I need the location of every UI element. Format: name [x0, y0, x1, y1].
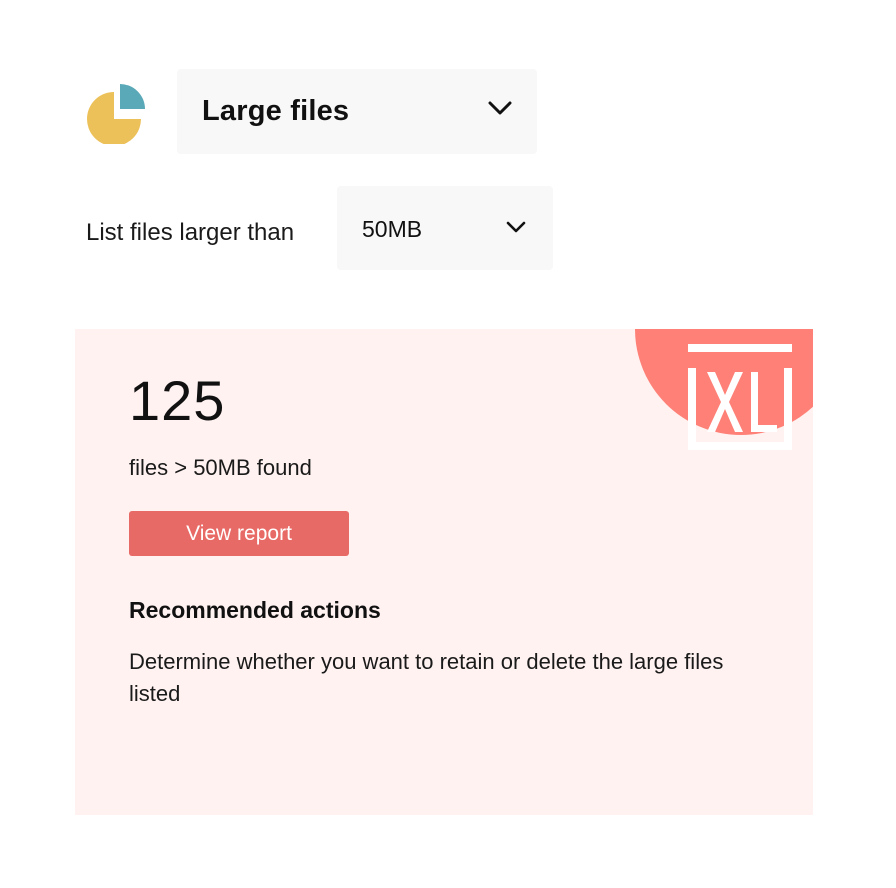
chevron-down-icon: [505, 220, 527, 235]
report-type-dropdown[interactable]: Large files: [177, 69, 537, 154]
xl-badge: [635, 329, 813, 450]
threshold-label: List files larger than: [86, 219, 295, 246]
view-report-button[interactable]: View report: [129, 511, 349, 556]
xl-file-icon: [688, 344, 792, 450]
pie-chart-icon: [86, 82, 148, 146]
result-card: 125 files > 50MB found View report Recom…: [75, 329, 813, 815]
size-threshold-dropdown[interactable]: 50MB: [337, 186, 553, 270]
recommended-actions-title: Recommended actions: [129, 597, 381, 623]
size-threshold-value: 50MB: [362, 216, 423, 242]
result-description: files > 50MB found: [129, 455, 312, 480]
report-type-label: Large files: [202, 95, 350, 127]
file-count: 125: [129, 369, 226, 432]
chevron-down-icon: [487, 100, 513, 118]
recommended-actions-text: Determine whether you want to retain or …: [129, 649, 724, 706]
